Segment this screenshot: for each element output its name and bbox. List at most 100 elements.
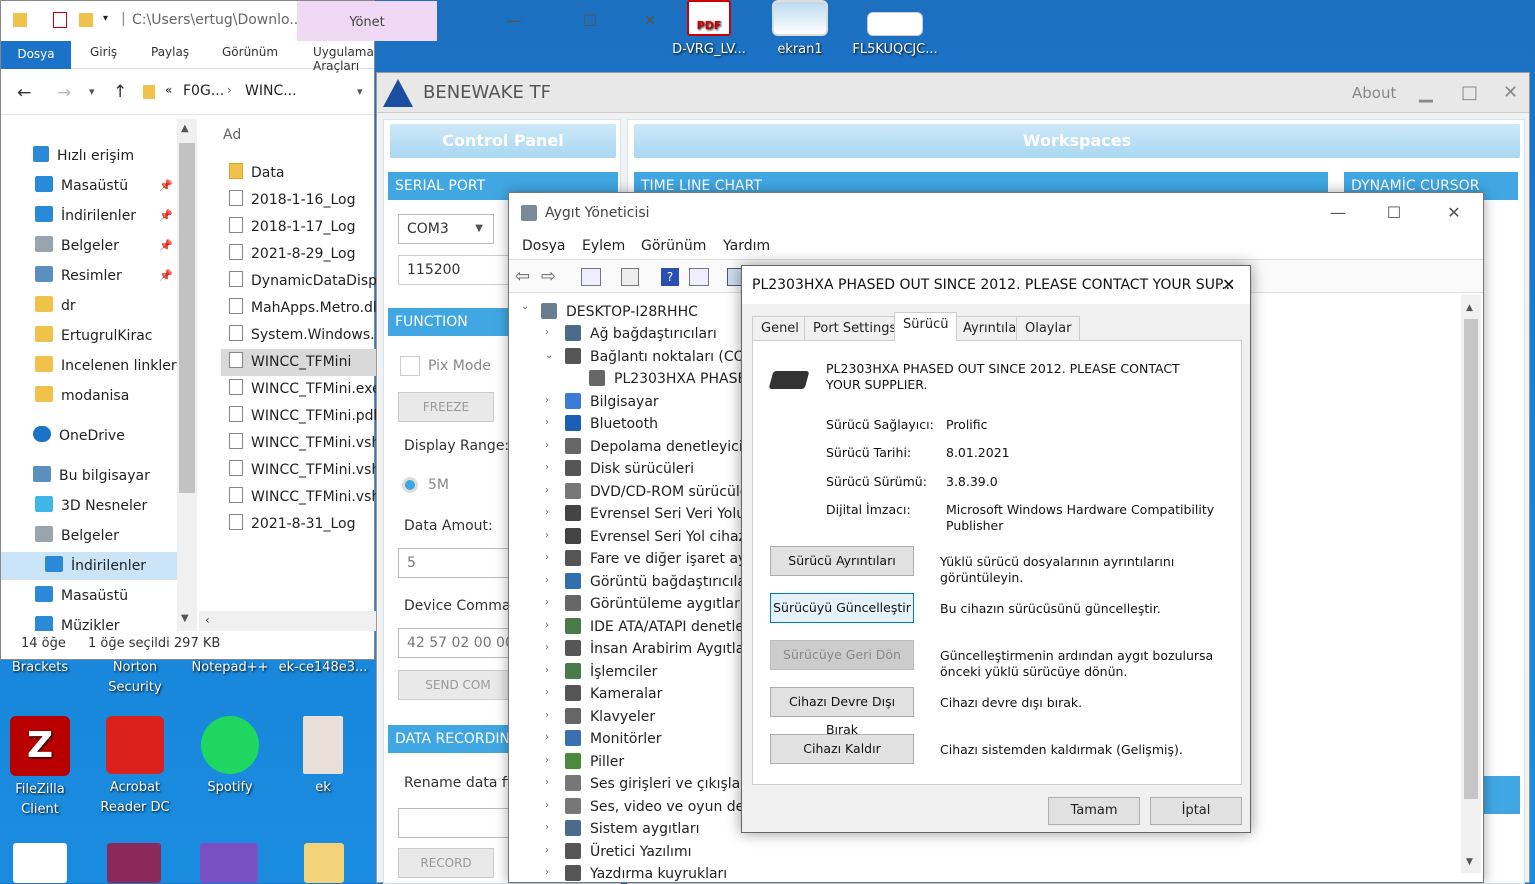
menu-file[interactable]: Dosya [522, 233, 566, 259]
scroll-down-icon[interactable]: ▼ [181, 613, 189, 624]
chevron-right-icon[interactable]: › [545, 507, 549, 518]
tree-node[interactable]: IDE ATA/ATAPI denetleyi [565, 616, 756, 638]
folder-icon[interactable] [304, 843, 344, 883]
chevron-right-icon[interactable]: › [545, 845, 549, 856]
tab-4[interactable]: Olaylar [1016, 316, 1081, 340]
record-button[interactable]: RECORD [398, 848, 494, 878]
device-command-input[interactable]: 42 57 02 00 00 [398, 628, 518, 658]
scroll-up-icon[interactable]: ▲ [1466, 303, 1473, 313]
tree-node[interactable]: Sistem aygıtları [565, 818, 700, 840]
tree-node[interactable]: Monitörler [565, 728, 661, 750]
tree-node[interactable]: Görüntü bağdaştırıcıları [565, 571, 756, 593]
maximize-button[interactable]: □ [1461, 73, 1478, 113]
chevron-right-icon[interactable]: › [545, 552, 549, 563]
tree-node[interactable]: Bluetooth [565, 413, 658, 435]
desktop-icon-pdf[interactable]: PDF D-VRG_LV... [670, 0, 748, 60]
scroll-down-icon[interactable]: ▼ [1466, 857, 1473, 867]
chevron-down-icon[interactable]: ▾ [103, 13, 108, 24]
tree-node[interactable]: İnsan Arabirim Aygıtları [565, 638, 754, 660]
chevron-right-icon[interactable]: › [545, 867, 549, 878]
close-button[interactable]: ✕ [1503, 73, 1518, 113]
chevron-right-icon[interactable]: › [545, 620, 549, 631]
up-arrow-icon[interactable]: ↑ [113, 82, 127, 102]
tab-file[interactable]: Dosya [1, 41, 71, 69]
visual-studio-icon[interactable] [200, 843, 258, 883]
tree-root[interactable]: DESKTOP-I28RHHC [541, 301, 698, 323]
sidebar-item-onedrive[interactable]: OneDrive [33, 422, 125, 450]
tree-node[interactable]: Kameralar [565, 683, 662, 705]
driver-action-button[interactable]: Sürücü Ayrıntıları [770, 546, 914, 576]
back-arrow-icon[interactable]: ← [17, 83, 31, 103]
sidebar-item-quick-access[interactable]: Hızlı erişim [33, 142, 134, 170]
minimize-button[interactable]: ▁ [1419, 73, 1433, 113]
com-port-select[interactable]: COM3 ▼ [398, 214, 494, 244]
file-row[interactable]: WINCC_TFMini.vshc [229, 430, 376, 457]
file-row[interactable]: WINCC_TFMini.vshc [229, 457, 376, 484]
desktop-icon-norton[interactable]: Norton Security [90, 658, 180, 698]
file-row[interactable]: 2018-1-17_Log [229, 214, 355, 241]
chevron-right-icon[interactable]: › [545, 575, 549, 586]
chevron-down-icon[interactable]: ⌄ [545, 350, 553, 361]
address-dropdown-chevron-icon[interactable]: ▾ [357, 85, 363, 98]
sidebar-item[interactable]: Belgeler [35, 522, 119, 550]
desktop-icon-acrobat[interactable]: Acrobat Reader DC [90, 716, 180, 818]
tab-app-tools[interactable]: Uygulama Araçları [313, 45, 374, 73]
file-row[interactable]: MahApps.Metro.dll [229, 295, 376, 322]
desktop-icon-brackets[interactable]: Brackets [0, 658, 85, 678]
sidebar-item[interactable]: modanisa [35, 382, 129, 410]
new-folder-icon[interactable] [79, 13, 93, 27]
tree-node[interactable]: Üretici Yazılımı [565, 841, 691, 863]
chevron-right-icon[interactable]: › [545, 597, 549, 608]
scroll-up-icon[interactable]: ▲ [181, 123, 189, 134]
menu-action[interactable]: Eylem [582, 233, 625, 259]
freeze-button[interactable]: FREEZE [398, 392, 494, 422]
chevron-right-icon[interactable]: › [545, 440, 549, 451]
sidebar-scrollbar[interactable]: ▲ ▼ [177, 119, 197, 631]
data-amount-input[interactable]: 5 [398, 548, 518, 578]
breadcrumb-item[interactable]: F0G... [183, 83, 224, 99]
winrar-icon[interactable] [107, 843, 161, 883]
sidebar-item[interactable]: İndirilenler 📌 [35, 202, 173, 230]
file-row[interactable]: Data [229, 160, 284, 187]
chevron-right-icon[interactable]: › [545, 327, 549, 338]
tree-node[interactable]: Ses girişleri ve çıkışları [565, 773, 750, 795]
view-icon[interactable] [689, 268, 709, 286]
tree-scrollbar[interactable]: ▲ ▼ [1461, 295, 1481, 873]
tree-node[interactable]: PL2303HXA PHASED [589, 368, 757, 390]
pin-icon[interactable]: 📌 [159, 262, 173, 290]
forward-arrow-icon[interactable]: → [57, 83, 71, 103]
file-row[interactable]: WINCC_TFMini.vshc [229, 484, 376, 511]
chevron-right-icon[interactable]: › [545, 485, 549, 496]
tree-node[interactable]: Depolama denetleyicile [565, 436, 755, 458]
properties-check-icon[interactable] [53, 12, 67, 28]
tree-node[interactable]: Klavyeler [565, 706, 655, 728]
tree-node[interactable]: Bağlantı noktaları (COM [565, 346, 757, 368]
chevron-right-icon[interactable]: › [545, 800, 549, 811]
breadcrumb-item[interactable]: WINC... [245, 83, 297, 99]
chevron-right-icon[interactable]: › [545, 687, 549, 698]
file-row[interactable]: WINCC_TFMini.pdb [229, 403, 376, 430]
menu-help[interactable]: Yardım [723, 233, 770, 259]
tab-2[interactable]: Sürücü [894, 312, 958, 341]
sidebar-item[interactable]: Masaüstü [35, 582, 128, 610]
maximize-button[interactable]: ☐ [1371, 193, 1417, 233]
file-row[interactable]: 2021-8-31_Log [229, 511, 355, 538]
chevron-right-icon[interactable]: › [545, 417, 549, 428]
tree-node[interactable]: Fare ve diğer işaret aygı [565, 548, 759, 570]
tab-0[interactable]: Genel [752, 316, 808, 340]
pin-icon[interactable]: 📌 [159, 202, 173, 230]
desktop-icon-ekran1[interactable]: ekran1 [755, 0, 845, 60]
back-arrow-icon[interactable]: ⇦ [515, 266, 530, 287]
details-icon[interactable] [621, 268, 639, 286]
driver-action-button[interactable]: Sürücüye Geri Dön [770, 640, 914, 670]
sidebar-item[interactable]: Masaüstü 📌 [35, 172, 173, 200]
close-button[interactable]: ✕ [1431, 193, 1477, 233]
tree-node[interactable]: Evrensel Seri Veri Yolu d [565, 503, 758, 525]
chevron-right-icon[interactable]: › [545, 395, 549, 406]
tab-share[interactable]: Paylaş [151, 45, 189, 59]
sidebar-item[interactable]: dr [35, 292, 76, 320]
chevron-right-icon[interactable]: › [545, 665, 549, 676]
file-row[interactable]: 2021-8-29_Log [229, 241, 355, 268]
pin-icon[interactable]: 📌 [159, 172, 173, 200]
close-icon[interactable]: ✕ [1222, 266, 1235, 304]
